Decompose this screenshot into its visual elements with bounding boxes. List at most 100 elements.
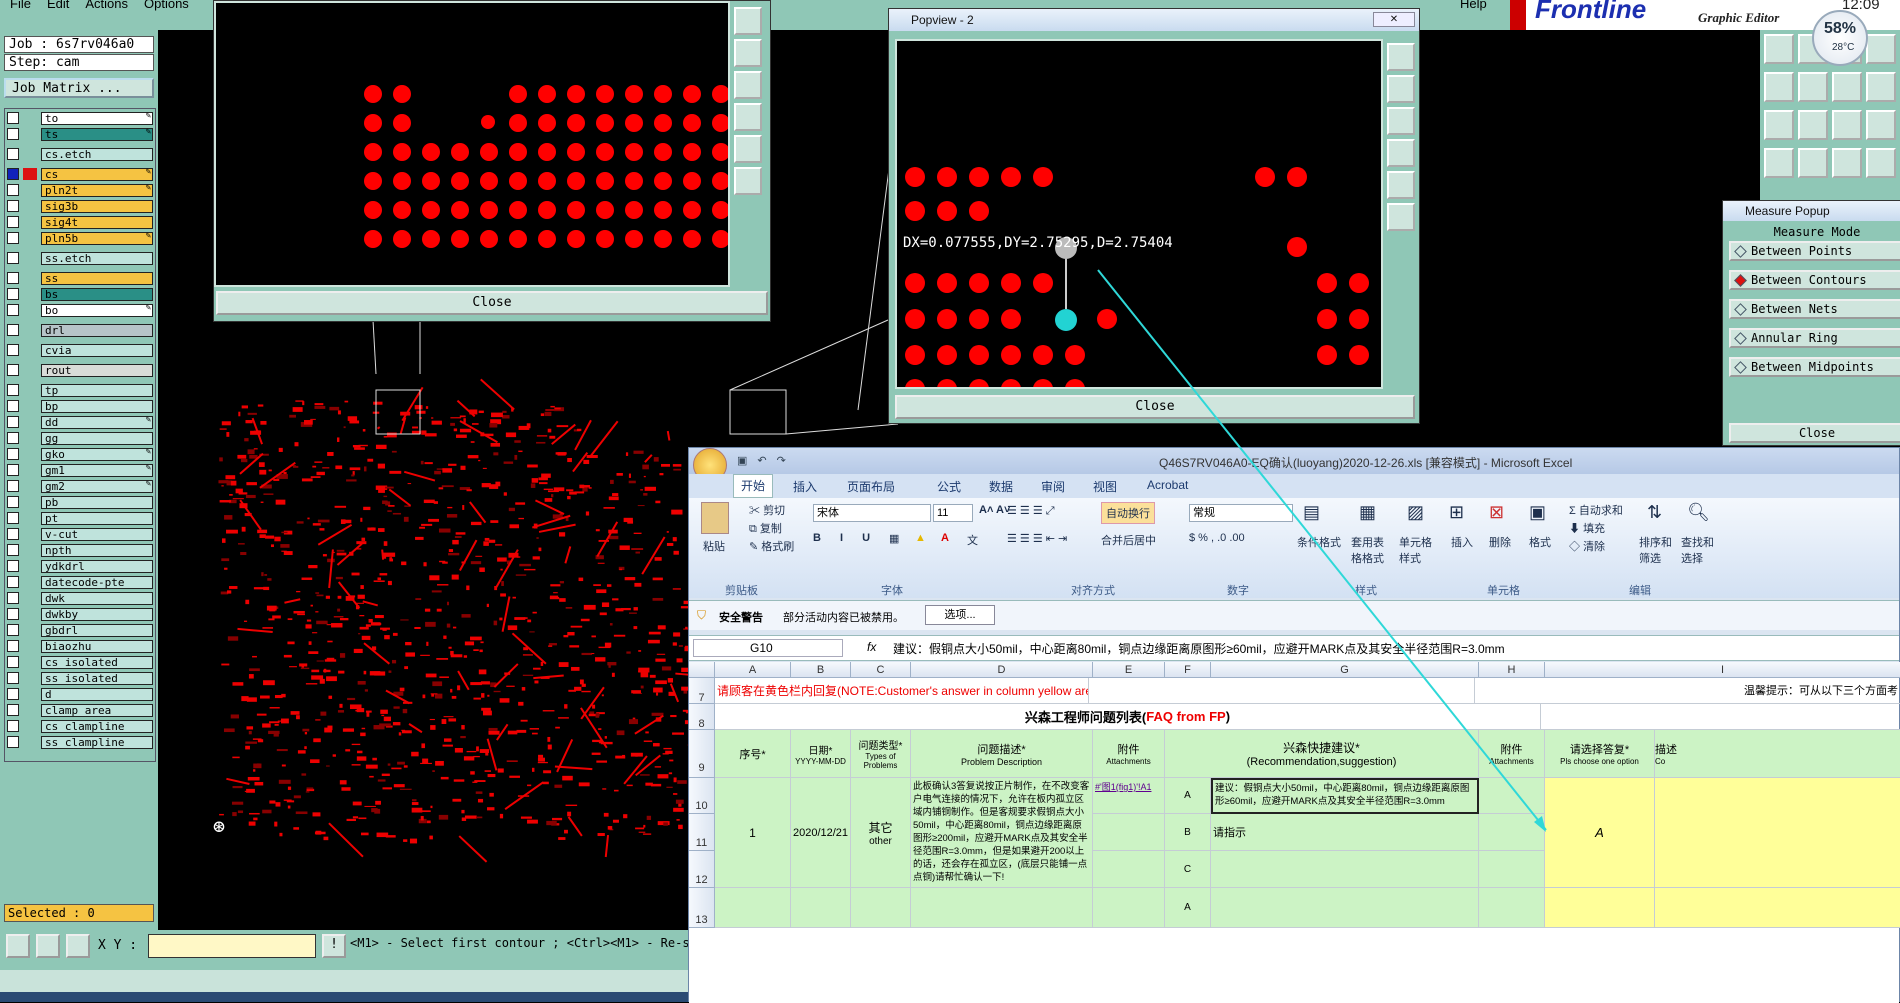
- cell[interactable]: [1655, 888, 1900, 928]
- answer-cell[interactable]: A: [1545, 778, 1655, 888]
- layer-checkbox[interactable]: [7, 252, 19, 264]
- format-painter-button[interactable]: ✎ 格式刷: [749, 538, 794, 554]
- cell[interactable]: [1479, 814, 1545, 851]
- header-attach[interactable]: 附件 Attachments: [1093, 730, 1165, 778]
- layer-row-dwkby[interactable]: dwkby: [7, 607, 153, 621]
- menu-edit[interactable]: Edit: [47, 0, 69, 11]
- layer-checkbox[interactable]: [7, 324, 19, 336]
- edit-tool-icon[interactable]: [1866, 110, 1896, 140]
- edit-tool-icon[interactable]: [1832, 72, 1862, 102]
- popview-1-close-button[interactable]: Close: [216, 291, 768, 315]
- measure-tool-icon[interactable]: [36, 934, 60, 958]
- layer-checkbox[interactable]: [7, 148, 19, 160]
- row-header[interactable]: 11: [689, 814, 715, 851]
- layer-row-sig4t[interactable]: sig4t: [7, 215, 153, 229]
- description-cell[interactable]: 此板确认3答复说按正片制作，在不改变客户电气连接的情况下，允许在板内孤立区域内铺…: [911, 778, 1093, 888]
- layer-checkbox[interactable]: [7, 232, 19, 244]
- edit-tool-icon[interactable]: [1832, 110, 1862, 140]
- measure-mode-option[interactable]: Between Contours: [1729, 270, 1900, 290]
- header-seq[interactable]: 序号*: [715, 730, 791, 778]
- measure-mode-option[interactable]: Annular Ring: [1729, 328, 1900, 348]
- cell[interactable]: [1479, 778, 1545, 814]
- layer-checkbox[interactable]: [7, 200, 19, 212]
- layer-checkbox[interactable]: [7, 432, 19, 444]
- security-options-button[interactable]: 选项...: [925, 605, 995, 625]
- header-date[interactable]: 日期* YYYY-MM-DD: [791, 730, 851, 778]
- view-tool-icon[interactable]: [734, 71, 762, 99]
- column-header[interactable]: I: [1545, 662, 1900, 678]
- measure-mode-option[interactable]: Between Points: [1729, 241, 1900, 261]
- header-desc2[interactable]: 描述 Co: [1655, 730, 1900, 778]
- name-box[interactable]: G10: [693, 639, 843, 657]
- fill-button[interactable]: ⬇ 填充: [1569, 520, 1605, 536]
- zoom-tool-icon[interactable]: [6, 934, 30, 958]
- font-name-select[interactable]: 宋体: [813, 504, 931, 522]
- tab-view[interactable]: 视图: [1093, 478, 1117, 495]
- layer-row-dd[interactable]: dd ✎: [7, 415, 153, 429]
- edit-tool-icon[interactable]: [1764, 72, 1794, 102]
- conditional-format-button[interactable]: 条件格式: [1297, 534, 1341, 550]
- cell[interactable]: [1093, 814, 1165, 851]
- view-tool-icon[interactable]: [1387, 107, 1415, 135]
- layer-checkbox[interactable]: [7, 168, 19, 180]
- edit-tool-icon[interactable]: [1832, 148, 1862, 178]
- cell[interactable]: [1541, 704, 1900, 730]
- phonetic-icon[interactable]: 文: [967, 532, 978, 548]
- redo-icon[interactable]: ↷: [777, 454, 786, 467]
- view-tool-icon[interactable]: [1387, 75, 1415, 103]
- job-matrix-button[interactable]: Job Matrix ...: [4, 78, 154, 98]
- layer-row-dwk[interactable]: dwk: [7, 591, 153, 605]
- insert-cells-button[interactable]: 插入: [1451, 534, 1473, 550]
- layer-checkbox[interactable]: [7, 288, 19, 300]
- cell[interactable]: [1089, 678, 1475, 704]
- layer-checkbox[interactable]: [7, 216, 19, 228]
- edit-tool-icon[interactable]: [1764, 148, 1794, 178]
- find-select-button[interactable]: 查找和选择: [1681, 534, 1715, 566]
- layer-row-gm2[interactable]: gm2 ✎: [7, 479, 153, 493]
- tab-home[interactable]: 开始: [733, 474, 773, 498]
- layer-row-clamp_area[interactable]: clamp_area: [7, 703, 153, 717]
- layer-checkbox[interactable]: [7, 184, 19, 196]
- layer-checkbox[interactable]: [7, 400, 19, 412]
- measure-close-button[interactable]: Close: [1729, 423, 1900, 443]
- header-attach2[interactable]: 附件 Attachments: [1479, 730, 1545, 778]
- layer-row-bs[interactable]: bs: [7, 287, 153, 301]
- layer-row-rout[interactable]: rout: [7, 363, 153, 377]
- layer-row-drl[interactable]: drl: [7, 323, 153, 337]
- header-choose[interactable]: 请选择答复* Pls choose one option: [1545, 730, 1655, 778]
- option-key-b[interactable]: B: [1165, 814, 1211, 851]
- layer-row-cs_isolated[interactable]: cs_isolated: [7, 655, 153, 669]
- sheet-title-cell[interactable]: 兴森工程师问题列表(FAQ from FP): [715, 704, 1541, 730]
- edit-tool-icon[interactable]: [1866, 34, 1896, 64]
- layer-checkbox[interactable]: [7, 416, 19, 428]
- number-format-select[interactable]: 常规: [1189, 504, 1293, 522]
- tab-page-layout[interactable]: 页面布局: [847, 478, 895, 495]
- popview-2-canvas[interactable]: DX=0.077555,DY=2.75295,D=2.75404: [895, 39, 1383, 389]
- popview-2-close-button[interactable]: Close: [895, 395, 1415, 419]
- undo-icon[interactable]: ↶: [757, 454, 766, 467]
- measure-mode-option[interactable]: Between Midpoints: [1729, 357, 1900, 377]
- menu-help[interactable]: Help: [1460, 0, 1487, 11]
- cell-style-button[interactable]: 单元格样式: [1399, 534, 1433, 566]
- row-header[interactable]: 12: [689, 851, 715, 888]
- edit-tool-icon[interactable]: [1764, 110, 1794, 140]
- layer-row-d[interactable]: d: [7, 687, 153, 701]
- cell[interactable]: [1211, 888, 1479, 928]
- cell[interactable]: [1479, 888, 1545, 928]
- layer-row-pb[interactable]: pb: [7, 495, 153, 509]
- paste-icon[interactable]: [701, 502, 729, 534]
- tab-insert[interactable]: 插入: [793, 478, 817, 495]
- view-tool-icon[interactable]: [734, 39, 762, 67]
- layer-checkbox[interactable]: [7, 544, 19, 556]
- edit-tool-icon[interactable]: [1798, 72, 1828, 102]
- select-all-corner[interactable]: [689, 662, 715, 678]
- option-key-c[interactable]: C: [1165, 851, 1211, 888]
- row-header[interactable]: 9: [689, 730, 715, 778]
- column-header[interactable]: G: [1211, 662, 1479, 678]
- menu-actions[interactable]: Actions: [85, 0, 128, 11]
- autosum-button[interactable]: Σ 自动求和: [1569, 502, 1623, 518]
- popview-1-canvas[interactable]: [214, 1, 730, 287]
- column-header[interactable]: C: [851, 662, 911, 678]
- layer-checkbox[interactable]: [7, 528, 19, 540]
- column-header[interactable]: A: [715, 662, 791, 678]
